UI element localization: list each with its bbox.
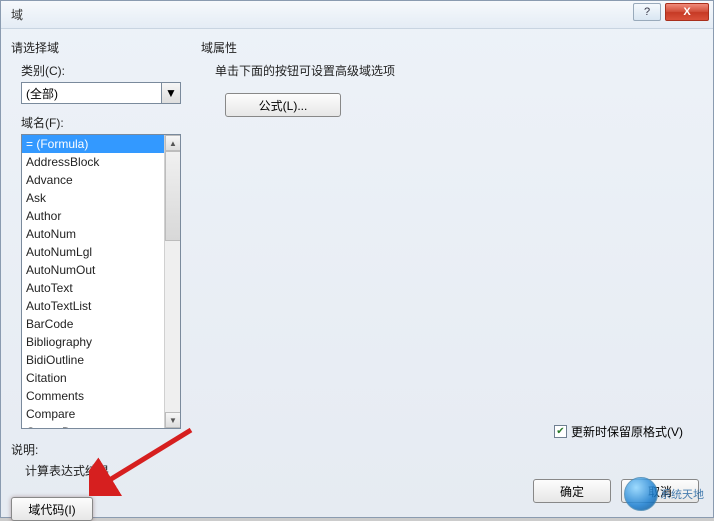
chevron-down-icon: ▼ (165, 86, 177, 100)
list-item[interactable]: AutoNumLgl (22, 243, 180, 261)
fieldname-list: = (Formula)AddressBlockAdvanceAskAuthorA… (22, 135, 180, 429)
scroll-down-button[interactable]: ▼ (165, 412, 181, 428)
list-item[interactable]: AutoNumOut (22, 261, 180, 279)
description-text: 计算表达式结果 (25, 462, 179, 479)
list-item[interactable]: = (Formula) (22, 135, 180, 153)
list-item[interactable]: Bibliography (22, 333, 180, 351)
cancel-button[interactable]: 取消 (621, 479, 699, 503)
list-item[interactable]: Citation (22, 369, 180, 387)
scroll-up-button[interactable]: ▲ (165, 135, 181, 151)
preserve-format-row[interactable]: ✔ 更新时保留原格式(V) (554, 423, 683, 440)
list-item[interactable]: AddressBlock (22, 153, 180, 171)
ok-button[interactable]: 确定 (533, 479, 611, 503)
fieldname-label: 域名(F): (21, 114, 179, 131)
listbox-scrollbar[interactable]: ▲ ▼ (164, 135, 180, 428)
category-select[interactable]: (全部) ▼ (21, 82, 181, 104)
category-label: 类别(C): (21, 62, 179, 79)
field-code-button[interactable]: 域代码(I) (11, 497, 93, 521)
window-title: 域 (5, 6, 23, 23)
description-label: 说明: (11, 441, 179, 458)
list-item[interactable]: Advance (22, 171, 180, 189)
list-item[interactable]: BidiOutline (22, 351, 180, 369)
select-field-label: 请选择域 (11, 39, 179, 56)
fieldname-listbox[interactable]: = (Formula)AddressBlockAdvanceAskAuthorA… (21, 134, 181, 429)
list-item[interactable]: Author (22, 207, 180, 225)
dialog-body: 请选择域 类别(C): (全部) ▼ 域名(F): = (Formula)Add… (1, 29, 713, 517)
dialog-buttons: 确定 取消 (533, 479, 699, 503)
list-item[interactable]: AutoText (22, 279, 180, 297)
preserve-format-checkbox[interactable]: ✔ (554, 425, 567, 438)
list-item[interactable]: Comments (22, 387, 180, 405)
list-item[interactable]: BarCode (22, 315, 180, 333)
category-select-value: (全部) (21, 82, 181, 104)
attributes-description: 单击下面的按钮可设置高级域选项 (215, 62, 701, 79)
titlebar[interactable]: 域 ? X (1, 1, 713, 29)
dialog-window: 域 ? X 请选择域 类别(C): (全部) ▼ 域名(F): = (Formu… (0, 0, 714, 518)
left-panel: 请选择域 类别(C): (全部) ▼ 域名(F): = (Formula)Add… (1, 29, 189, 517)
attributes-label: 域属性 (201, 39, 701, 56)
right-panel: 域属性 单击下面的按钮可设置高级域选项 公式(L)... ✔ 更新时保留原格式(… (189, 29, 713, 517)
close-button[interactable]: X (665, 3, 709, 21)
list-item[interactable]: CreateDate (22, 423, 180, 429)
list-item[interactable]: AutoNum (22, 225, 180, 243)
list-item[interactable]: Ask (22, 189, 180, 207)
preserve-format-label: 更新时保留原格式(V) (571, 423, 683, 440)
dropdown-button[interactable]: ▼ (161, 82, 181, 104)
formula-button[interactable]: 公式(L)... (225, 93, 341, 117)
list-item[interactable]: AutoTextList (22, 297, 180, 315)
scroll-thumb[interactable] (165, 151, 181, 241)
title-buttons: ? X (633, 3, 709, 21)
help-button[interactable]: ? (633, 3, 661, 21)
list-item[interactable]: Compare (22, 405, 180, 423)
